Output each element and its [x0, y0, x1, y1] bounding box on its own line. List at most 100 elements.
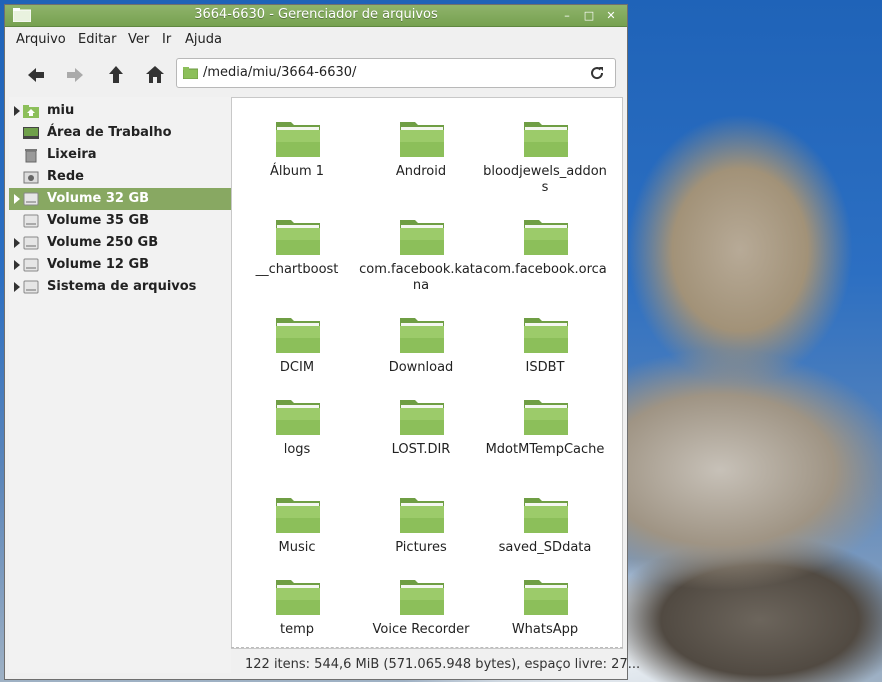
folder-icon: [276, 318, 320, 353]
folder-icon: [524, 122, 568, 157]
sidebar-item[interactable]: Rede: [9, 166, 231, 188]
sidebar-item-label: miu: [47, 103, 75, 118]
folder-icon: [400, 220, 444, 255]
location-path[interactable]: /media/miu/3664-6630/: [203, 65, 356, 80]
title-bar[interactable]: 3664-6630 - Gerenciador de arquivos – □ …: [5, 5, 627, 27]
folder-icon: [524, 498, 568, 533]
folder-label: MdotMTempCache: [485, 442, 605, 457]
sidebar-item[interactable]: Volume 32 GB: [9, 188, 231, 210]
network-icon: [23, 169, 39, 185]
menu-arquivo[interactable]: Arquivo: [16, 32, 66, 47]
drive-icon: [23, 213, 39, 229]
folder-item[interactable]: WhatsApp: [483, 576, 607, 648]
file-manager-window: 3664-6630 - Gerenciador de arquivos – □ …: [4, 4, 640, 680]
sidebar: miu Área de Trabalho Lixeira Rede Volume 32 …: [9, 97, 231, 673]
folder-label: __chartboost: [255, 262, 339, 277]
folder-item[interactable]: MdotMTempCache: [483, 396, 607, 476]
folder-item[interactable]: Voice Recorder: [359, 576, 483, 648]
status-text: 122 itens: 544,6 MiB (571.065.948 bytes)…: [245, 657, 641, 672]
folder-label: Android: [395, 164, 447, 179]
folder-item[interactable]: temp: [235, 576, 359, 648]
menu-bar: Arquivo Editar Ver Ir Ajuda: [5, 27, 627, 51]
folder-label: Download: [388, 360, 454, 375]
folder-icon: [524, 580, 568, 615]
folder-item[interactable]: Álbum 1: [235, 118, 359, 198]
menu-editar[interactable]: Editar: [78, 32, 117, 47]
menu-ver[interactable]: Ver: [128, 32, 149, 47]
drive-icon: [23, 279, 39, 295]
folder-item[interactable]: __chartboost: [235, 216, 359, 296]
sidebar-item[interactable]: Sistema de arquivos: [9, 276, 231, 298]
folder-icon: [400, 580, 444, 615]
window-title: 3664-6630 - Gerenciador de arquivos: [194, 7, 438, 22]
sidebar-item[interactable]: Lixeira: [9, 144, 231, 166]
back-button[interactable]: [22, 61, 50, 89]
folder-item[interactable]: ISDBT: [483, 314, 607, 394]
folder-item[interactable]: Android: [359, 118, 483, 198]
folder-label: saved_SDdata: [498, 540, 592, 555]
folder-icon: [276, 580, 320, 615]
folder-icon: [400, 122, 444, 157]
folder-label: WhatsApp: [511, 622, 579, 637]
minimize-button[interactable]: –: [559, 8, 575, 23]
sidebar-item[interactable]: Volume 250 GB: [9, 232, 231, 254]
drive-icon: [23, 235, 39, 251]
folder-item[interactable]: saved_SDdata: [483, 494, 607, 574]
folder-icon: [400, 318, 444, 353]
file-view: Álbum 1 Android bloodjewels_addons __chartb…: [231, 97, 623, 649]
sidebar-item-label: Volume 250 GB: [47, 235, 159, 250]
folder-icon: [276, 220, 320, 255]
desktop-icon: [23, 125, 39, 141]
arrow-left-icon: [28, 68, 44, 82]
drive-icon: [23, 191, 39, 207]
folder-label: LOST.DIR: [391, 442, 451, 457]
folder-label: Álbum 1: [269, 164, 325, 179]
folder-item[interactable]: bloodjewels_addons: [483, 118, 607, 198]
folder-item[interactable]: DCIM: [235, 314, 359, 394]
up-button[interactable]: [102, 61, 130, 89]
maximize-button[interactable]: □: [581, 8, 597, 23]
expand-arrow-icon[interactable]: [14, 106, 20, 116]
sidebar-item-label: Lixeira: [47, 147, 97, 162]
home-button[interactable]: [141, 61, 169, 89]
close-button[interactable]: ✕: [603, 8, 619, 23]
folder-icon: [400, 400, 444, 435]
sidebar-item[interactable]: miu: [9, 100, 231, 122]
expand-arrow-icon[interactable]: [14, 260, 20, 270]
folder-label: com.facebook.orca: [483, 262, 607, 277]
trash-icon: [23, 147, 39, 163]
folder-label: Voice Recorder: [372, 622, 470, 637]
arrow-right-icon: [67, 68, 83, 82]
folder-item[interactable]: Pictures: [359, 494, 483, 574]
menu-ajuda[interactable]: Ajuda: [185, 32, 222, 47]
toolbar: /media/miu/3664-6630/: [5, 53, 627, 95]
folder-item[interactable]: Download: [359, 314, 483, 394]
folder-item[interactable]: com.facebook.katana: [359, 216, 483, 296]
reload-icon[interactable]: [589, 65, 605, 81]
sidebar-item[interactable]: Volume 35 GB: [9, 210, 231, 232]
folder-label: Pictures: [395, 540, 447, 555]
folder-icon: [276, 498, 320, 533]
location-bar[interactable]: /media/miu/3664-6630/: [176, 58, 616, 88]
folder-item[interactable]: Music: [235, 494, 359, 574]
expand-arrow-icon[interactable]: [14, 238, 20, 248]
sidebar-item-label: Área de Trabalho: [47, 125, 172, 140]
menu-ir[interactable]: Ir: [162, 32, 171, 47]
folder-label: Music: [278, 540, 316, 555]
drive-icon: [23, 257, 39, 273]
expand-arrow-icon[interactable]: [14, 194, 20, 204]
folder-icon: [524, 318, 568, 353]
home-folder-icon: [23, 103, 39, 119]
divider: [231, 647, 623, 648]
status-bar: 122 itens: 544,6 MiB (571.065.948 bytes)…: [231, 651, 640, 677]
sidebar-item[interactable]: Área de Trabalho: [9, 122, 231, 144]
folder-label: temp: [279, 622, 314, 637]
folder-item[interactable]: logs: [235, 396, 359, 476]
folder-item[interactable]: LOST.DIR: [359, 396, 483, 476]
expand-arrow-icon[interactable]: [14, 282, 20, 292]
folder-icon: [276, 400, 320, 435]
folder-icon: [400, 498, 444, 533]
forward-button[interactable]: [61, 61, 89, 89]
folder-item[interactable]: com.facebook.orca: [483, 216, 607, 296]
sidebar-item[interactable]: Volume 12 GB: [9, 254, 231, 276]
